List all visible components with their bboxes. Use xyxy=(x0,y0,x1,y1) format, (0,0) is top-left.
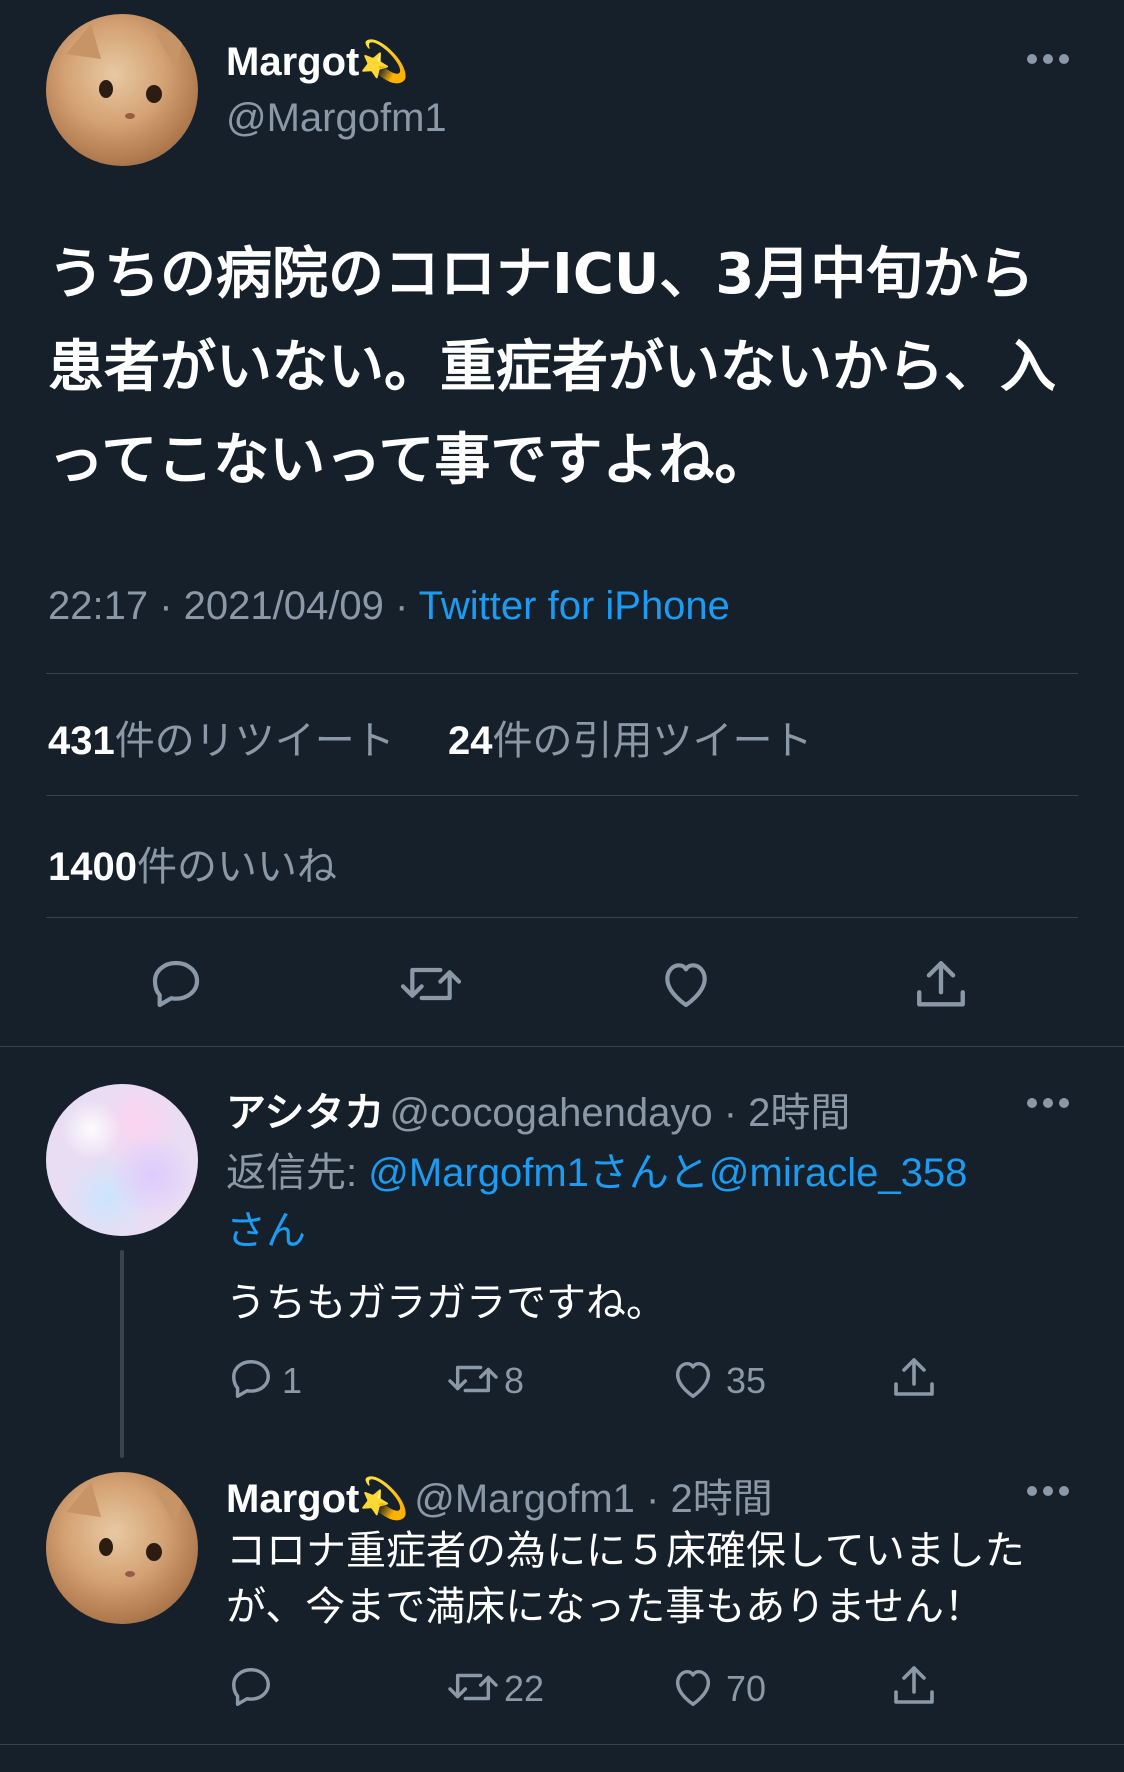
dizzy-emoji: 💫 xyxy=(359,1477,410,1521)
tweet-source-link[interactable]: Twitter for iPhone xyxy=(419,584,730,628)
reply-author-avatar[interactable] xyxy=(46,1084,198,1236)
divider xyxy=(0,1046,1124,1047)
reply-to-link[interactable]: @Margofm1さんと@miracle_358 xyxy=(368,1151,967,1195)
likes-stat[interactable]: 1400件のいいね xyxy=(48,834,337,892)
retweet-icon[interactable] xyxy=(398,956,464,1012)
retweets-count: 431 xyxy=(48,719,115,763)
retweets-label: 件のリツイート xyxy=(114,718,395,764)
more-icon[interactable] xyxy=(1026,1096,1070,1110)
tweet-timestamp[interactable]: 22:17 · 2021/04/09 · xyxy=(48,584,419,628)
retweets-stat[interactable]: 431件のリツイート xyxy=(48,708,395,766)
like-icon[interactable] xyxy=(670,1664,716,1710)
more-icon[interactable] xyxy=(1026,52,1070,66)
reply-author-avatar[interactable] xyxy=(46,1472,198,1624)
divider xyxy=(46,795,1078,796)
reply-count: 1 xyxy=(282,1360,303,1401)
author-handle[interactable]: @Margofm1 xyxy=(226,96,447,141)
likes-label: 件のいいね xyxy=(136,844,337,890)
like-icon[interactable] xyxy=(658,956,714,1012)
reply-icon[interactable] xyxy=(148,956,204,1012)
reply-text-line-1: コロナ重症者の為にに５床確保していました xyxy=(226,1528,1025,1574)
author-name[interactable]: Margot xyxy=(226,40,359,84)
reply-time: · 2時間 xyxy=(712,1091,851,1135)
reply-time: · 2時間 xyxy=(634,1477,773,1521)
thread-line xyxy=(120,1250,124,1458)
like-icon[interactable] xyxy=(670,1356,716,1402)
reply-author-name[interactable]: アシタカ xyxy=(226,1091,384,1135)
like-count: 70 xyxy=(726,1668,767,1709)
retweet-icon[interactable] xyxy=(446,1356,500,1402)
likes-count: 1400 xyxy=(48,845,137,889)
reply-text: うちもガラガラですね。 xyxy=(226,1280,666,1326)
retweet-count: 8 xyxy=(504,1360,525,1401)
reply-icon[interactable] xyxy=(228,1356,274,1402)
more-icon[interactable] xyxy=(1026,1484,1070,1498)
reply-to-suffix[interactable]: さん xyxy=(226,1198,306,1256)
divider xyxy=(46,673,1078,674)
author-avatar[interactable] xyxy=(46,14,198,166)
like-count: 35 xyxy=(726,1360,767,1401)
reply-author-handle[interactable]: @Margofm1 xyxy=(414,1477,635,1521)
share-icon[interactable] xyxy=(890,1662,938,1710)
divider xyxy=(46,917,1078,918)
share-icon[interactable] xyxy=(890,1354,938,1402)
reply-to-prefix: 返信先: xyxy=(226,1151,369,1195)
share-icon[interactable] xyxy=(912,956,970,1014)
reply-author-name[interactable]: Margot xyxy=(226,1477,359,1521)
reply-text-line-2: が、今まで満床になった事もありません！ xyxy=(226,1584,984,1630)
reply-author-handle[interactable]: @cocogahendayo xyxy=(390,1091,713,1135)
retweet-count: 22 xyxy=(504,1668,545,1709)
quotes-count: 24 xyxy=(448,719,493,763)
reply-icon[interactable] xyxy=(228,1664,274,1710)
quotes-stat[interactable]: 24件の引用ツイート xyxy=(448,708,813,766)
divider xyxy=(0,1744,1124,1745)
quotes-label: 件の引用ツイート xyxy=(492,718,813,764)
tweet-text: うちの病院のコロナICU、3月中旬から患者がいない。重症者がいないから、入ってこ… xyxy=(48,242,1056,493)
dizzy-emoji: 💫 xyxy=(359,40,410,84)
retweet-icon[interactable] xyxy=(446,1664,500,1710)
